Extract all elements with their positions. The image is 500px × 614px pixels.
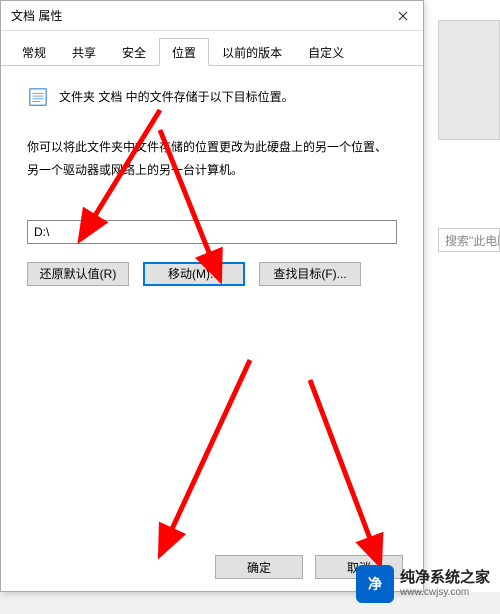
info-row: 文件夹 文档 中的文件存储于以下目标位置。 — [27, 86, 397, 108]
button-row: 还原默认值(R) 移动(M)... 查找目标(F)... — [27, 262, 397, 286]
watermark-logo-icon: 净 — [356, 565, 394, 603]
watermark-url: www.cwjsy.com — [400, 587, 490, 599]
tab-strip: 常规 共享 安全 位置 以前的版本 自定义 — [1, 31, 423, 66]
watermark: 净 纯净系统之家 www.cwjsy.com — [356, 556, 500, 612]
info-text: 文件夹 文档 中的文件存储于以下目标位置。 — [59, 86, 294, 106]
tab-security[interactable]: 安全 — [109, 38, 159, 66]
tab-previous-versions[interactable]: 以前的版本 — [209, 38, 295, 66]
tab-general[interactable]: 常规 — [9, 38, 59, 66]
titlebar: 文档 属性 — [1, 1, 423, 31]
document-folder-icon — [27, 86, 49, 108]
watermark-name: 纯净系统之家 — [400, 569, 490, 587]
tab-location[interactable]: 位置 — [159, 38, 209, 66]
close-button[interactable] — [389, 6, 417, 26]
tab-content: 文件夹 文档 中的文件存储于以下目标位置。 你可以将此文件夹中文件存储的位置更改… — [1, 66, 423, 300]
find-target-button[interactable]: 查找目标(F)... — [259, 262, 361, 286]
window-title: 文档 属性 — [11, 7, 62, 24]
close-icon — [398, 11, 408, 21]
path-input[interactable] — [27, 220, 397, 244]
watermark-text: 纯净系统之家 www.cwjsy.com — [400, 569, 490, 599]
tab-sharing[interactable]: 共享 — [59, 38, 109, 66]
search-field-partial[interactable]: 搜索"此电脑 — [438, 228, 500, 252]
background-grey-block — [438, 20, 500, 140]
move-button[interactable]: 移动(M)... — [143, 262, 245, 286]
ok-button[interactable]: 确定 — [215, 555, 303, 579]
properties-dialog: 文档 属性 常规 共享 安全 位置 以前的版本 自定义 文件夹 文档 中的文件存… — [0, 0, 424, 592]
description-text: 你可以将此文件夹中文件存储的位置更改为此硬盘上的另一个位置、另一个驱动器或网络上… — [27, 136, 397, 182]
restore-default-button[interactable]: 还原默认值(R) — [27, 262, 129, 286]
tab-customize[interactable]: 自定义 — [295, 38, 357, 66]
